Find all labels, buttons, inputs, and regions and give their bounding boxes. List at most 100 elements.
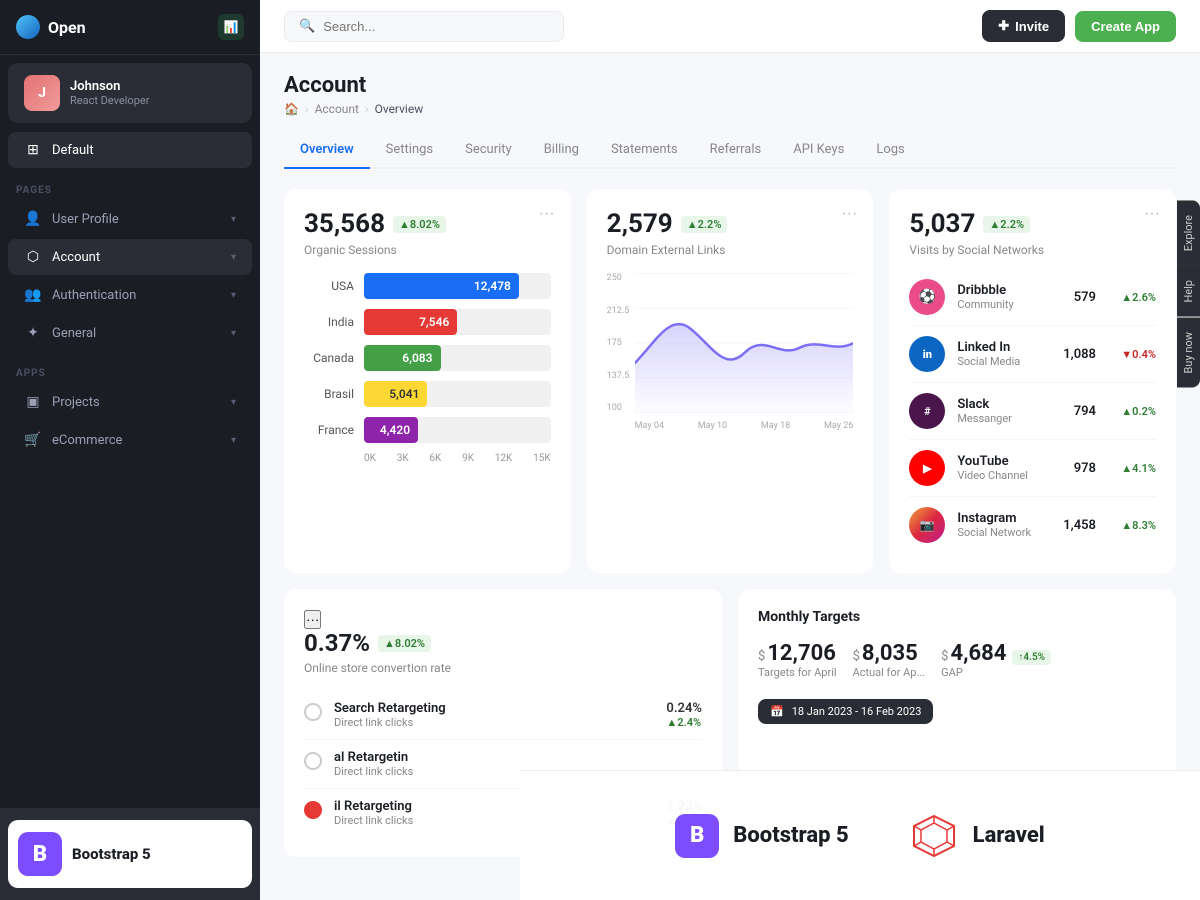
gap-amount: $ 4,684 ↑4.5% GAP [941,641,1051,679]
slack-icon: # [909,393,945,429]
grid-icon: ⊞ [24,141,42,159]
more-button-social[interactable]: ··· [1144,205,1160,223]
instagram-icon: 📷 [909,507,945,543]
tab-logs[interactable]: Logs [860,132,920,169]
rt-circle-2 [304,752,322,770]
social-row-slack: # Slack Messanger 794 ▲0.2% [909,383,1156,440]
bar-row-canada: Canada 6,083 [304,345,551,371]
line-chart-svg [607,273,854,413]
chart-icon[interactable]: 📊 [218,14,244,40]
chevron-down-icon-auth: ▾ [231,290,236,301]
chart-x-labels: May 04 May 10 May 18 May 26 [607,421,854,431]
breadcrumb-overview: Overview [375,102,424,116]
more-button-organic[interactable]: ··· [539,205,555,223]
social-row-youtube: ▶ YouTube Video Channel 978 ▲4.1% [909,440,1156,497]
nav-label-user-profile: User Profile [52,212,221,227]
bar-fill-france: 4,420 [364,417,418,443]
stat-value-organic: 35,568 ▲8.02% [304,209,551,239]
social-networks-list: ⚽ Dribbble Community 579 ▲2.6% in Linked… [909,269,1156,553]
chevron-down-icon-projects: ▾ [231,397,236,408]
bar-country-france: France [304,423,354,437]
breadcrumb-sep-2: › [365,102,369,116]
line-chart-container: 250 212.5 175 137.5 100 [607,273,854,431]
rt-circle-1 [304,703,322,721]
stat-card-domain: ··· 2,579 ▲2.2% Domain External Links 25… [587,189,874,573]
tab-statements[interactable]: Statements [595,132,694,169]
targets-values: $ 12,706 Targets for April $ 8,035 Actua… [758,641,1156,679]
user-card[interactable]: J Johnson React Developer [8,63,252,123]
social-row-linkedin: in Linked In Social Media 1,088 ▼0.4% [909,326,1156,383]
bootstrap-promo-label: Bootstrap 5 [733,823,848,848]
bar-row-usa: USA 12,478 [304,273,551,299]
buy-now-tab[interactable]: Buy now [1177,317,1200,387]
create-app-button[interactable]: Create App [1075,11,1176,42]
home-icon: 🏠 [284,102,299,116]
page-header: Account 🏠 › Account › Overview [284,73,1176,116]
tab-security[interactable]: Security [449,132,528,169]
calendar-icon: 📅 [770,705,784,718]
help-tab[interactable]: Help [1177,265,1200,317]
youtube-icon: ▶ [909,450,945,486]
app-name: Open [48,18,86,37]
social-row-instagram: 📷 Instagram Social Network 1,458 ▲8.3% [909,497,1156,553]
bar-row-france: France 4,420 [304,417,551,443]
social-row-dribbble: ⚽ Dribbble Community 579 ▲2.6% [909,269,1156,326]
apps-section-label: APPS [0,360,260,383]
search-box[interactable]: 🔍 [284,11,564,42]
date-range-badge: 📅 18 Jan 2023 - 16 Feb 2023 [758,699,933,724]
user-name: Johnson [70,79,236,94]
nav-label-account: Account [52,250,221,265]
top-bar: 🔍 ✚ Invite Create App [260,0,1200,53]
stat-badge-domain: ▲2.2% [681,216,728,233]
bar-country-brasil: Brasil [304,387,354,401]
main-content: 🔍 ✚ Invite Create App Account 🏠 › Accoun… [260,0,1200,900]
bootstrap-logo: B [18,832,62,876]
tab-overview[interactable]: Overview [284,132,370,169]
user-icon: 👤 [24,210,42,228]
logo-dot [16,15,40,39]
ecommerce-icon: 🛒 [24,431,42,449]
more-button-domain[interactable]: ··· [841,205,857,223]
linkedin-icon: in [909,336,945,372]
nav-label-authentication: Authentication [52,288,221,303]
stat-label-domain: Domain External Links [607,243,854,257]
nav-item-account[interactable]: ⬡ Account ▾ [8,239,252,275]
stat-value-domain: 2,579 ▲2.2% [607,209,854,239]
search-icon: 🔍 [299,19,315,34]
targets-title: Monthly Targets [758,609,1156,625]
chevron-down-icon: ▾ [231,214,236,225]
invite-button[interactable]: ✚ Invite [982,10,1065,42]
nav-label-general: General [52,326,221,341]
nav-item-projects[interactable]: ▣ Projects ▾ [8,384,252,420]
tab-settings[interactable]: Settings [370,132,449,169]
dribbble-icon: ⚽ [909,279,945,315]
nav-item-general[interactable]: ✦ General ▾ [8,315,252,351]
explore-tab[interactable]: Explore [1177,200,1200,265]
promo-overlay: B Bootstrap 5 Laravel [520,770,1200,900]
target-amount: $ 12,706 Targets for April [758,641,837,679]
nav-item-default[interactable]: ⊞ Default [8,132,252,168]
nav-item-authentication[interactable]: 👥 Authentication ▾ [8,277,252,313]
stat-card-organic: ··· 35,568 ▲8.02% Organic Sessions USA 1… [284,189,571,573]
stat-badge-social: ▲2.2% [983,216,1030,233]
nav-item-user-profile[interactable]: 👤 User Profile ▾ [8,201,252,237]
breadcrumb: 🏠 › Account › Overview [284,102,1176,116]
bar-axis: 0K3K6K9K12K15K [304,453,551,464]
bar-fill-usa: 12,478 [364,273,519,299]
breadcrumb-account[interactable]: Account [315,102,359,116]
chevron-down-icon-account: ▾ [231,252,236,263]
avatar: J [24,75,60,111]
more-button-conversion[interactable]: ··· [304,610,321,629]
pages-section-label: PAGES [0,177,260,200]
tab-billing[interactable]: Billing [528,132,595,169]
breadcrumb-sep-1: › [305,102,309,116]
search-input[interactable] [323,19,549,34]
tab-referrals[interactable]: Referrals [694,132,778,169]
nav-item-ecommerce[interactable]: 🛒 eCommerce ▾ [8,422,252,458]
stat-card-social: ··· 5,037 ▲2.2% Visits by Social Network… [889,189,1176,573]
tab-api-keys[interactable]: API Keys [777,132,860,169]
bar-country-canada: Canada [304,351,354,365]
sidebar-promo: B Bootstrap 5 [0,808,260,900]
bar-country-india: India [304,315,354,329]
laravel-icon [909,811,959,861]
